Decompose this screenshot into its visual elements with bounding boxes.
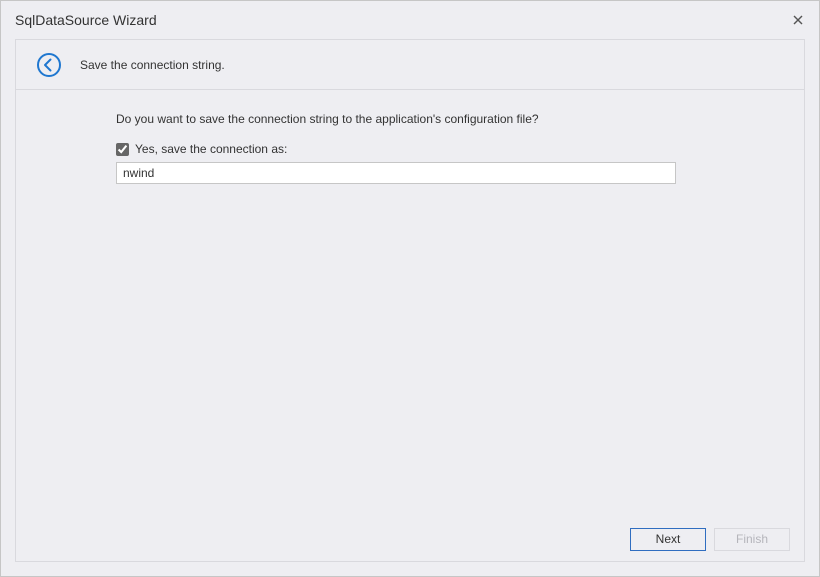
arrow-left-icon [36,52,62,78]
back-button[interactable] [36,52,62,78]
wizard-body: Save the connection string. Do you want … [15,39,805,562]
titlebar: SqlDataSource Wizard [1,1,819,39]
connection-name-input[interactable] [116,162,676,184]
wizard-footer: Next Finish [16,517,804,561]
next-button[interactable]: Next [630,528,706,551]
save-checkbox-row: Yes, save the connection as: [116,142,784,156]
wizard-window: SqlDataSource Wizard Save the connection… [0,0,820,577]
window-title: SqlDataSource Wizard [15,12,787,28]
step-title: Save the connection string. [80,58,225,72]
step-header: Save the connection string. [16,40,804,90]
finish-button: Finish [714,528,790,551]
step-content: Do you want to save the connection strin… [16,90,804,517]
save-checkbox-label[interactable]: Yes, save the connection as: [135,142,287,156]
question-text: Do you want to save the connection strin… [116,112,784,126]
close-button[interactable] [787,9,809,31]
close-icon [793,15,803,25]
save-checkbox[interactable] [116,143,129,156]
